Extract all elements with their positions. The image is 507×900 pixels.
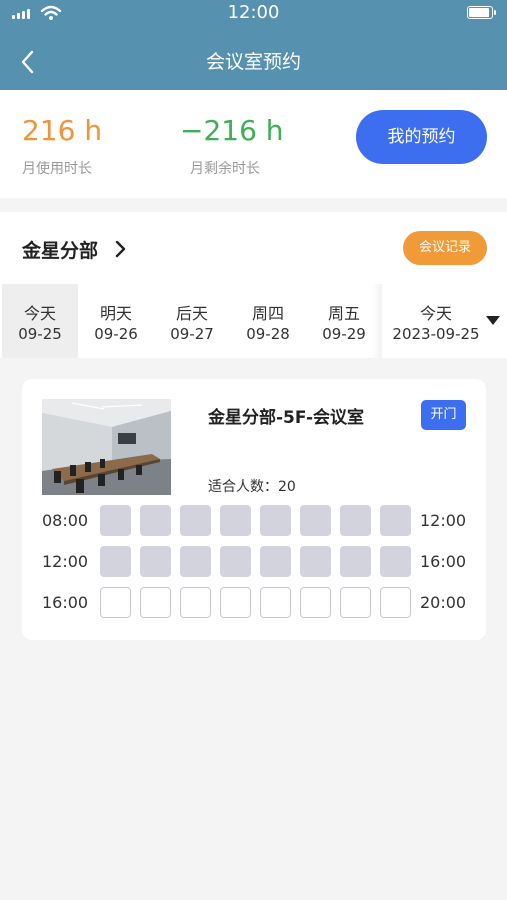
date-tab[interactable]: 周四 09-28 [230,284,306,358]
time-slot-booked[interactable] [300,546,331,577]
app-header: 12:00 会议室预约 [0,0,507,90]
time-slot-available[interactable] [100,587,131,618]
date-tab-date: 09-26 [94,325,138,343]
time-slot-booked[interactable] [380,546,411,577]
time-slot-available[interactable] [140,587,171,618]
time-slot-booked[interactable] [260,505,291,536]
time-slot-booked[interactable] [180,546,211,577]
time-slot-booked[interactable] [140,546,171,577]
time-slot-booked[interactable] [380,505,411,536]
used-hours-label: 月使用时长 [22,161,92,177]
time-slot-available[interactable] [180,587,211,618]
slot-end-time: 12:00 [420,511,467,530]
status-time: 12:00 [227,2,280,23]
time-slot-booked[interactable] [100,546,131,577]
date-tab[interactable]: 明天 09-26 [78,284,154,358]
time-slot-booked[interactable] [340,505,371,536]
time-slot-row: 12:00 16:00 [22,546,486,578]
page-title: 会议室预约 [205,51,301,73]
date-tab-day: 今天 [23,304,56,323]
time-slot-available[interactable] [340,587,371,618]
slot-end-time: 20:00 [420,593,467,612]
date-tabs-fade [372,284,382,358]
date-picker[interactable]: 今天 2023-09-25 [382,284,507,358]
time-slot-booked[interactable] [140,505,171,536]
time-slot-booked[interactable] [220,505,251,536]
my-booking-button[interactable]: 我的预约 [356,110,487,164]
room-name: 金星分部-5F-会议室 [208,408,365,428]
time-slot-available[interactable] [220,587,251,618]
room-card[interactable]: 金星分部-5F-会议室 开门 适合人数：20 08:00 12:00 12:00 16… [22,379,486,640]
room-capacity: 适合人数：20 [208,479,296,495]
branch-selector[interactable]: 金星分部 [22,236,98,263]
time-slot-booked[interactable] [260,546,291,577]
date-tab-date: 09-27 [170,325,214,343]
room-photo [42,399,171,495]
time-slot-booked[interactable] [180,505,211,536]
remaining-hours-value: −216 h [180,114,284,147]
slot-start-time: 08:00 [42,511,89,530]
date-tab-date: 09-29 [322,325,366,343]
date-tab-day: 后天 [175,304,208,323]
status-bar: 12:00 [0,0,507,26]
open-door-button[interactable]: 开门 [421,400,466,430]
date-picker-date: 2023-09-25 [392,325,480,343]
dropdown-arrow-icon [486,316,500,325]
date-tab-day: 周五 [327,304,360,323]
slot-end-time: 16:00 [420,552,467,571]
remaining-hours-label: 月剩余时长 [190,161,260,177]
time-slot-available[interactable] [380,587,411,618]
date-tab-date: 09-25 [18,325,62,343]
time-slot-available[interactable] [260,587,291,618]
time-slot-booked[interactable] [300,505,331,536]
used-hours-value: 216 h [22,114,103,147]
chevron-right-icon[interactable] [114,240,126,258]
time-slot-booked[interactable] [340,546,371,577]
date-tab-day: 周四 [251,304,284,323]
time-slot-row: 16:00 20:00 [22,587,486,619]
date-tab-day: 明天 [99,304,132,323]
battery-icon [467,6,496,19]
date-tab[interactable]: 今天 09-25 [2,284,78,358]
meeting-records-button[interactable]: 会议记录 [403,231,487,265]
date-tab[interactable]: 后天 09-27 [154,284,230,358]
date-tab[interactable]: 周五 09-29 [306,284,382,358]
usage-stats-panel: 216 h 月使用时长 −216 h 月剩余时长 我的预约 [0,90,507,198]
date-picker-day: 今天 [419,304,452,323]
time-slot-booked[interactable] [220,546,251,577]
date-tab-date: 09-28 [246,325,290,343]
branch-bar: 金星分部 会议记录 [0,212,507,284]
slot-start-time: 12:00 [42,552,89,571]
time-slot-booked[interactable] [100,505,131,536]
time-slot-row: 08:00 12:00 [22,505,486,537]
date-selector: 今天 09-25 明天 09-26 后天 09-27 周四 09-28 周五 09-29 今天 2… [0,284,507,358]
time-slot-available[interactable] [300,587,331,618]
slot-start-time: 16:00 [42,593,89,612]
